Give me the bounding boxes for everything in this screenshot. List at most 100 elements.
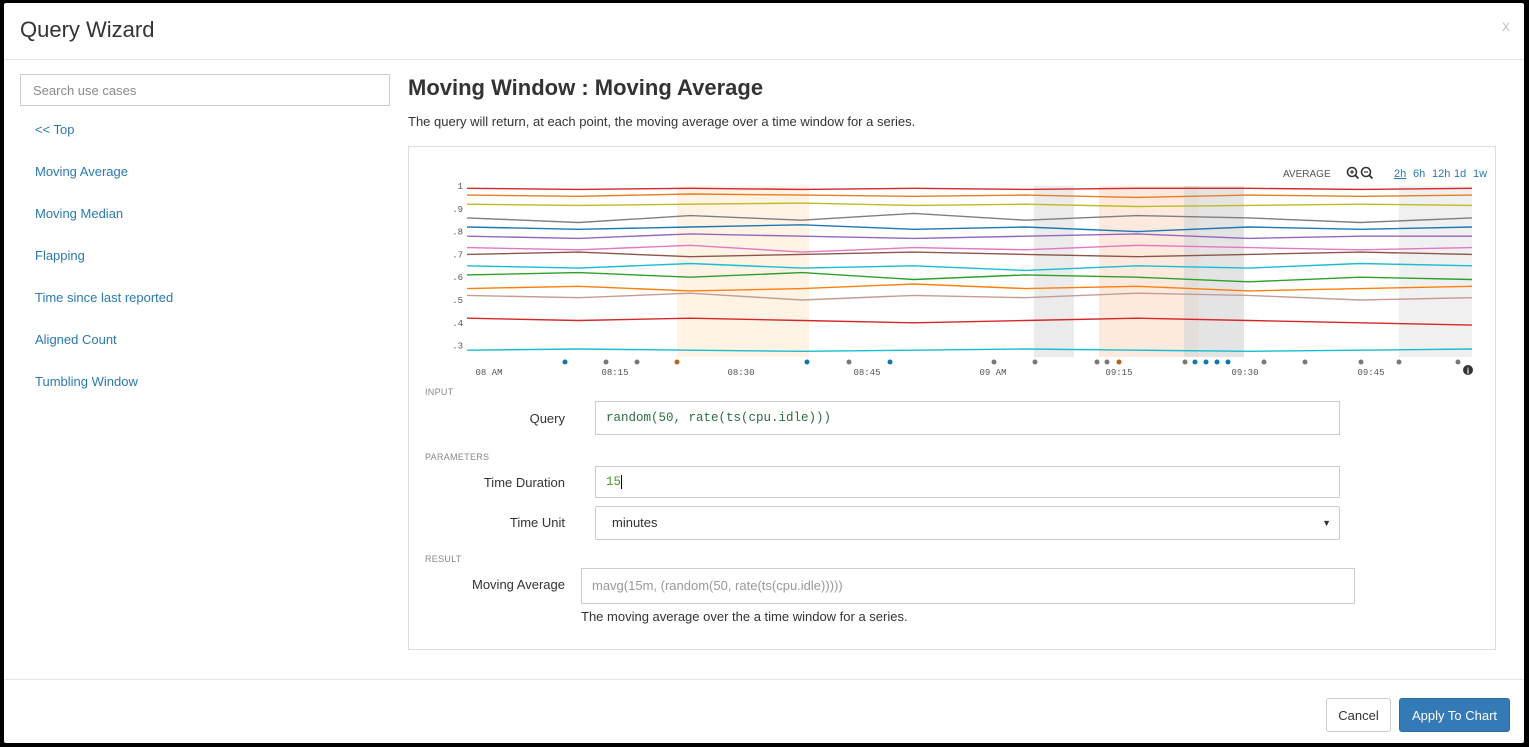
wizard-panel: AVERAGE 2h 6h 12h 1d 1w 1 .9 .8 .7 .6 .5 .4 .3 08 AM… bbox=[408, 146, 1496, 650]
event-marker[interactable] bbox=[1302, 359, 1308, 365]
use-case-list: << Top Moving Average Moving Median Flap… bbox=[20, 120, 392, 414]
series-line bbox=[466, 233, 1472, 240]
range-option-12h[interactable]: 12h bbox=[1432, 168, 1450, 180]
x-tick-label: 09:15 bbox=[1105, 368, 1132, 378]
y-tick-label: .8 bbox=[452, 228, 463, 238]
nav-item-tumbling-window[interactable]: Tumbling Window bbox=[20, 372, 392, 414]
event-marker[interactable] bbox=[603, 359, 609, 365]
time-duration-label: Time Duration bbox=[483, 475, 565, 490]
event-marker[interactable] bbox=[804, 359, 810, 365]
event-marker[interactable] bbox=[674, 359, 680, 365]
close-icon[interactable]: x bbox=[1502, 18, 1510, 36]
event-marker[interactable] bbox=[1116, 359, 1122, 365]
time-range-selector: 2h 6h 12h 1d 1w bbox=[1394, 168, 1487, 180]
modal-header: Query Wizard x bbox=[4, 3, 1524, 60]
input-section-label: INPUT bbox=[425, 387, 454, 397]
plot-area: 1 .9 .8 .7 .6 .5 .4 .3 08 AM 08:15 08:30 08:45 09 AM… bbox=[452, 182, 1473, 378]
y-tick-label: .7 bbox=[452, 250, 463, 260]
series-line bbox=[466, 187, 1473, 191]
highlight-band bbox=[677, 186, 809, 357]
event-marker[interactable] bbox=[1094, 359, 1100, 365]
event-marker[interactable] bbox=[1032, 359, 1038, 365]
series-line bbox=[466, 262, 1473, 272]
series-line bbox=[466, 224, 1473, 233]
y-tick-label: .6 bbox=[452, 273, 463, 283]
event-marker[interactable] bbox=[634, 359, 640, 365]
range-option-1w[interactable]: 1w bbox=[1473, 168, 1487, 180]
series-line bbox=[466, 212, 1473, 224]
nav-item-aligned-count[interactable]: Aligned Count bbox=[20, 330, 392, 372]
y-tick-label: .3 bbox=[452, 342, 463, 352]
series-line bbox=[466, 202, 1473, 208]
event-marker[interactable] bbox=[1192, 359, 1198, 365]
result-section-label: RESULT bbox=[425, 554, 462, 564]
y-tick-label: .9 bbox=[452, 205, 463, 215]
event-marker[interactable] bbox=[1225, 359, 1231, 365]
nav-item-moving-average[interactable]: Moving Average bbox=[20, 162, 392, 204]
use-case-content: Moving Window : Moving Average The query… bbox=[408, 74, 1508, 650]
x-tick-label: 09 AM bbox=[979, 368, 1006, 378]
event-marker[interactable] bbox=[1358, 359, 1364, 365]
range-option-2h[interactable]: 2h bbox=[1394, 168, 1406, 180]
highlight-band bbox=[1034, 186, 1074, 357]
result-help-text: The moving average over the a time windo… bbox=[581, 609, 908, 624]
event-marker[interactable] bbox=[1455, 359, 1461, 365]
time-unit-label: Time Unit bbox=[509, 515, 565, 530]
text-cursor bbox=[621, 474, 623, 489]
x-tick-label: 08 AM bbox=[475, 368, 502, 378]
time-unit-select[interactable]: minutes ▼ bbox=[595, 506, 1340, 540]
x-tick-label: 08:30 bbox=[727, 368, 754, 378]
event-marker[interactable] bbox=[991, 359, 997, 365]
time-unit-value: minutes bbox=[612, 515, 658, 530]
series-line bbox=[466, 317, 1473, 326]
event-marker[interactable] bbox=[1261, 359, 1267, 365]
event-marker[interactable] bbox=[846, 359, 852, 365]
series-line bbox=[466, 251, 1473, 258]
use-case-sidebar: << Top Moving Average Moving Median Flap… bbox=[20, 74, 392, 414]
range-option-6h[interactable]: 6h bbox=[1413, 168, 1425, 180]
x-tick-label: 09:30 bbox=[1231, 368, 1258, 378]
event-marker[interactable] bbox=[1396, 359, 1402, 365]
modal-title: Query Wizard bbox=[20, 17, 155, 42]
time-duration-value: 15 bbox=[606, 475, 622, 489]
query-input[interactable]: random(50, rate(ts(cpu.idle))) bbox=[595, 401, 1340, 435]
parameters-section-label: PARAMETERS bbox=[425, 452, 490, 462]
series-line bbox=[466, 193, 1473, 199]
event-marker[interactable] bbox=[887, 359, 893, 365]
y-tick-label: .5 bbox=[452, 296, 463, 306]
event-marker[interactable] bbox=[1214, 359, 1220, 365]
chart: AVERAGE 2h 6h 12h 1d 1w 1 .9 .8 .7 .6 .5 .4 .3 08 AM… bbox=[452, 166, 1487, 378]
series-line bbox=[466, 271, 1473, 283]
nav-item-flapping[interactable]: Flapping bbox=[20, 246, 392, 288]
y-tick-label: 1 bbox=[458, 182, 463, 192]
modal-footer: Cancel Apply To Chart bbox=[4, 679, 1524, 744]
nav-item-time-since-last-reported[interactable]: Time since last reported bbox=[20, 288, 392, 330]
event-marker[interactable] bbox=[1182, 359, 1188, 365]
event-marker[interactable] bbox=[1203, 359, 1209, 365]
query-value: random(50, rate(ts(cpu.idle))) bbox=[606, 411, 832, 425]
nav-item-top[interactable]: << Top bbox=[20, 120, 392, 162]
range-option-1d[interactable]: 1d bbox=[1454, 168, 1466, 180]
zoom-in-icon[interactable] bbox=[1346, 166, 1360, 180]
nav-item-moving-median[interactable]: Moving Median bbox=[20, 204, 392, 246]
event-marker[interactable] bbox=[1104, 359, 1110, 365]
search-input[interactable] bbox=[20, 74, 390, 106]
highlight-band bbox=[1184, 186, 1244, 357]
apply-to-chart-button[interactable]: Apply To Chart bbox=[1399, 698, 1510, 732]
page-description: The query will return, at each point, th… bbox=[408, 114, 916, 129]
query-wizard-modal: Query Wizard x << Top Moving Average Mov… bbox=[4, 3, 1524, 743]
cancel-button[interactable]: Cancel bbox=[1326, 698, 1391, 732]
chevron-down-icon: ▼ bbox=[1322, 518, 1331, 528]
info-icon[interactable]: i bbox=[1463, 365, 1473, 376]
series-line bbox=[466, 292, 1473, 301]
x-tick-label: 08:15 bbox=[601, 368, 628, 378]
time-duration-input[interactable]: 15 bbox=[595, 466, 1340, 498]
event-marker[interactable] bbox=[562, 359, 568, 365]
highlight-band bbox=[1399, 186, 1472, 357]
moving-average-result[interactable]: mavg(15m, (random(50, rate(ts(cpu.idle))… bbox=[581, 568, 1355, 604]
moving-average-value: mavg(15m, (random(50, rate(ts(cpu.idle))… bbox=[592, 578, 843, 593]
y-tick-label: .4 bbox=[452, 319, 463, 329]
page-title: Moving Window : Moving Average bbox=[408, 75, 764, 100]
zoom-out-icon[interactable] bbox=[1360, 166, 1374, 180]
series-line bbox=[466, 283, 1473, 292]
